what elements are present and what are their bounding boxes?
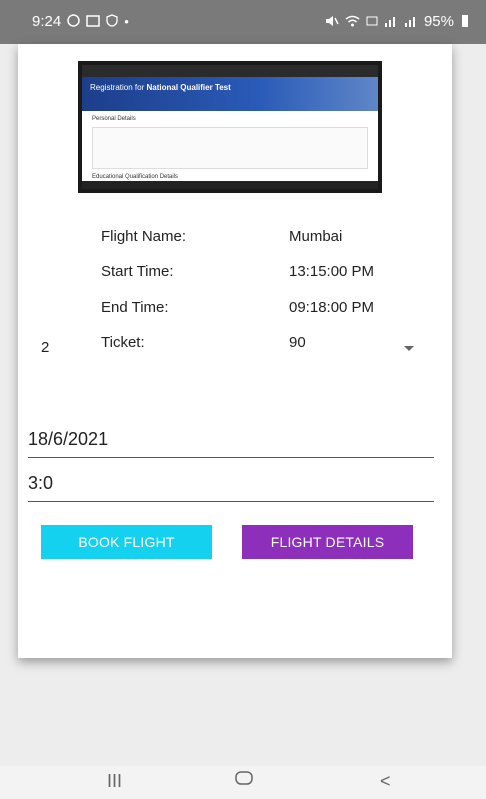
start-time-label: Start Time: [101, 263, 174, 280]
clock: 9:24 [32, 13, 62, 30]
back-button[interactable]: < [380, 771, 391, 792]
flight-name-value: Mumbai [289, 228, 343, 245]
thumbnail-banner: Registration for National Qualifier Test [82, 77, 378, 111]
date-value: 18/6/2021 [28, 429, 109, 449]
end-time-label: End Time: [101, 299, 169, 316]
flight-image: Registration for National Qualifier Test… [78, 61, 382, 193]
signal-icon [404, 15, 418, 29]
flight-details-button[interactable]: FLIGHT DETAILS [242, 525, 413, 559]
thumbnail-banner-title: National Qualifier Test [146, 83, 231, 92]
status-bar: 9:24 • 95% [0, 0, 486, 44]
volte-icon [366, 15, 378, 29]
thumbnail-browser-bar [82, 65, 378, 77]
status-bar-left: 9:24 • [32, 13, 129, 30]
book-flight-button[interactable]: BOOK FLIGHT [41, 525, 212, 559]
time-value: 3:0 [28, 473, 54, 493]
date-field[interactable]: 18/6/2021 [28, 427, 434, 458]
home-icon [235, 771, 253, 785]
thumbnail-form-grid [92, 127, 368, 169]
start-time-value: 13:15:00 PM [289, 263, 375, 280]
thumbnail-taskbar [82, 181, 378, 189]
mute-icon [325, 15, 339, 29]
status-bar-right: 95% [325, 13, 470, 30]
end-time-value: 09:18:00 PM [289, 299, 375, 316]
thumbnail-section-personal: Personal Details [92, 116, 136, 122]
whatsapp-icon [67, 14, 80, 29]
navigation-bar: III < [0, 766, 486, 799]
spinner-value: 2 [41, 339, 50, 356]
battery-icon [460, 14, 470, 30]
home-button[interactable] [234, 768, 254, 793]
recents-button[interactable]: III [107, 771, 122, 792]
gallery-icon [86, 14, 100, 29]
flight-name-label: Flight Name: [101, 228, 187, 245]
time-field[interactable]: 3:0 [28, 471, 434, 502]
dot-icon: • [124, 14, 129, 29]
ticket-count-spinner[interactable]: 2 [28, 334, 432, 364]
wifi-icon [345, 15, 360, 29]
thumbnail-section-education: Educational Qualification Details [92, 174, 179, 180]
battery-percent: 95% [423, 13, 454, 30]
thumbnail-banner-prefix: Registration for [90, 83, 145, 92]
dropdown-arrow-icon[interactable] [404, 346, 414, 351]
shield-icon [106, 14, 118, 29]
signal-icon [384, 15, 398, 29]
